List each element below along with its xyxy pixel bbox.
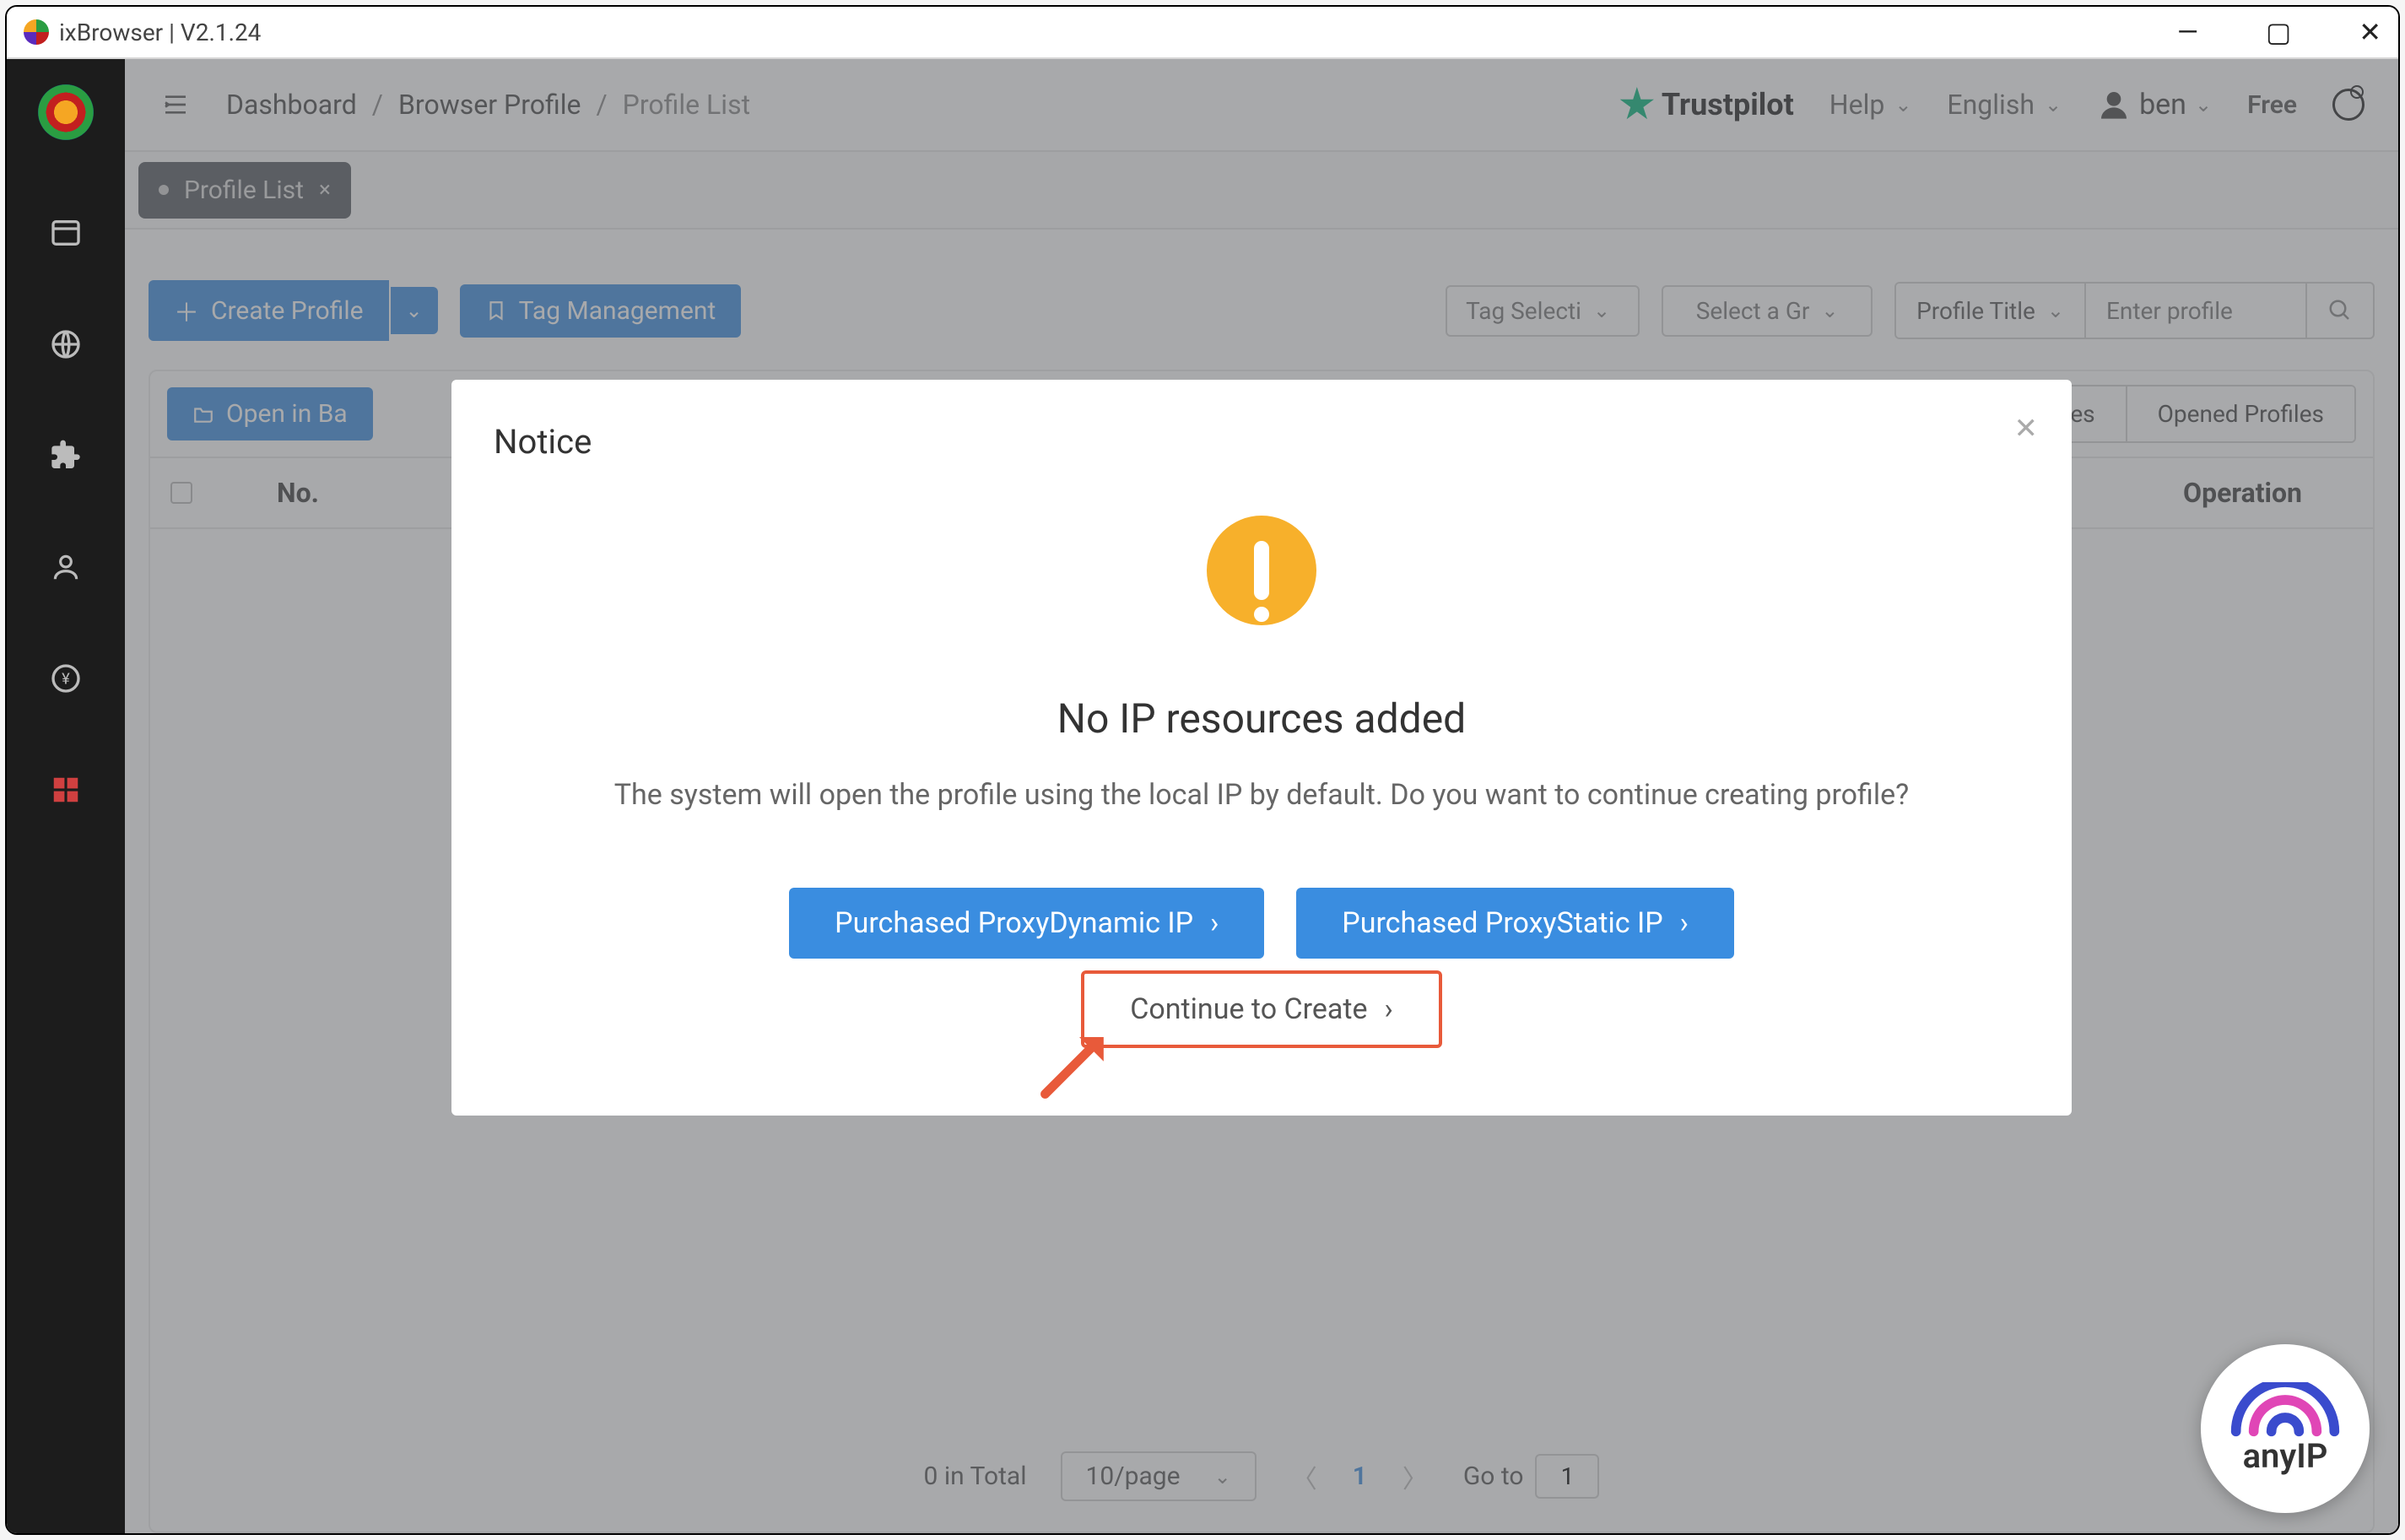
modal-headline: No IP resources added	[494, 694, 2029, 743]
window-titlebar: ixBrowser | V2.1.24 — ▢ ✕	[7, 7, 2398, 59]
grid-icon[interactable]	[47, 771, 84, 808]
maximize-icon[interactable]: ▢	[2266, 16, 2291, 48]
purchased-static-ip-button[interactable]: Purchased ProxyStatic IP ›	[1296, 888, 1734, 959]
minimize-icon[interactable]: —	[2177, 16, 2198, 48]
sidebar: ¥	[7, 59, 125, 1533]
btn-continue-label: Continue to Create	[1130, 992, 1367, 1026]
app-frame: ixBrowser | V2.1.24 — ▢ ✕ ¥	[5, 5, 2400, 1535]
warning-icon	[1207, 516, 1316, 625]
globe-icon[interactable]	[47, 326, 84, 363]
window-title: ixBrowser | V2.1.24	[59, 19, 261, 46]
chevron-right-icon: ›	[1210, 906, 1219, 940]
modal-button-row-2: Continue to Create ›	[494, 970, 2029, 1048]
modal-title: Notice	[494, 422, 2029, 462]
extension-icon[interactable]	[47, 437, 84, 474]
purchased-dynamic-ip-button[interactable]: Purchased ProxyDynamic IP ›	[789, 888, 1264, 959]
chevron-right-icon: ›	[1680, 906, 1689, 940]
app-body: ¥ Dashboard / Browser Profile / Profile …	[7, 59, 2398, 1533]
continue-to-create-button[interactable]: Continue to Create ›	[1081, 970, 1442, 1048]
coin-icon[interactable]: ¥	[47, 660, 84, 697]
modal-button-row-1: Purchased ProxyDynamic IP › Purchased Pr…	[494, 888, 2029, 959]
annotation-arrow-icon	[1034, 1029, 1110, 1105]
browser-icon[interactable]	[47, 214, 84, 251]
modal-subtext: The system will open the profile using t…	[494, 778, 2029, 812]
btn-static-label: Purchased ProxyStatic IP	[1342, 906, 1662, 940]
app-logo-icon	[24, 19, 49, 45]
modal-overlay: Notice ✕ No IP resources added The syste…	[125, 59, 2398, 1533]
close-icon[interactable]: ✕	[2359, 16, 2381, 48]
chevron-right-icon: ›	[1385, 992, 1393, 1026]
contact-icon[interactable]	[47, 548, 84, 586]
notice-modal: Notice ✕ No IP resources added The syste…	[451, 380, 2072, 1116]
anyip-logo-icon	[2226, 1382, 2344, 1441]
btn-dynamic-label: Purchased ProxyDynamic IP	[835, 906, 1193, 940]
main-panel: Dashboard / Browser Profile / Profile Li…	[125, 59, 2398, 1533]
window-controls: — ▢ ✕	[2177, 16, 2381, 48]
anyip-watermark: anyIP	[2201, 1344, 2370, 1513]
modal-close-button[interactable]: ✕	[2014, 412, 2039, 446]
svg-text:¥: ¥	[62, 671, 70, 689]
sidebar-logo-icon	[38, 84, 94, 140]
anyip-label: anyIP	[2243, 1436, 2328, 1476]
